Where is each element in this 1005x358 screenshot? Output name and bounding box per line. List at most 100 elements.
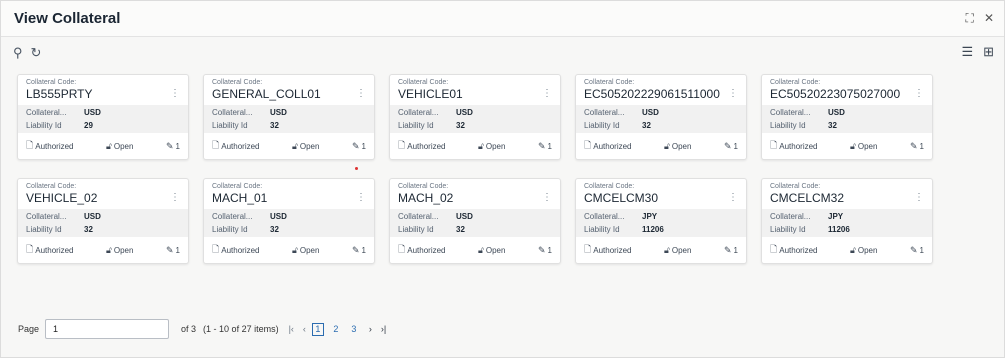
unlock-icon: 🔓︎ [664, 140, 670, 151]
edit-icon: ✎ [165, 140, 174, 151]
collateral-card[interactable]: Collateral Code: MACH_01 ⋮ Collateral...… [203, 178, 375, 264]
kebab-menu-icon[interactable]: ⋮ [542, 88, 552, 99]
collateral-card[interactable]: Collateral Code: CMCELCM30 ⋮ Collateral.… [575, 178, 747, 264]
card-details: Collateral... USD Liability Id 32 [204, 105, 374, 133]
card-header: Collateral Code: CMCELCM32 ⋮ [762, 179, 932, 209]
liability-id-label: Liability Id [26, 120, 62, 130]
kebab-menu-icon[interactable]: ⋮ [728, 88, 738, 99]
page-link-2[interactable]: 2 [330, 324, 342, 334]
page-number-input[interactable] [45, 319, 170, 339]
card-details: Collateral... USD Liability Id 32 [576, 105, 746, 133]
card-header: Collateral Code: VEHICLE_02 ⋮ [18, 179, 188, 209]
refresh-icon[interactable]: ↻ [31, 45, 42, 61]
open-label: Open [671, 245, 692, 255]
open-status: 🔓︎ Open [106, 245, 133, 256]
card-header: Collateral Code: GENERAL_COLL01 ⋮ [204, 75, 374, 105]
page-link-3[interactable]: 3 [348, 324, 360, 334]
expand-icon[interactable]: ⛶ [966, 11, 974, 25]
edit-icon: ✎ [165, 244, 174, 255]
collateral-card[interactable]: Collateral Code: GENERAL_COLL01 ⋮ Collat… [203, 74, 375, 160]
kebab-menu-icon[interactable]: ⋮ [914, 88, 924, 99]
open-status: 🔓︎ Open [850, 245, 877, 256]
edit-icon: ✎ [537, 244, 546, 255]
open-status: 🔓︎ Open [850, 141, 877, 152]
list-view-icon[interactable]: ☰ [961, 44, 973, 60]
collateral-currency-value: USD [84, 108, 101, 117]
edit-count[interactable]: ✎ 1 [352, 245, 366, 256]
last-page-icon[interactable]: ›| [381, 324, 386, 334]
authorized-status: 🗋 Authorized [770, 242, 818, 258]
card-details: Collateral... USD Liability Id 32 [390, 105, 560, 133]
collateral-card[interactable]: Collateral Code: EC50520223075027000 ⋮ C… [761, 74, 933, 160]
collateral-code-value: VEHICLE01 [398, 87, 463, 101]
collateral-code-value: LB555PRTY [26, 87, 93, 101]
collateral-code-label: Collateral Code: [770, 183, 821, 190]
unlock-icon: 🔓︎ [478, 244, 484, 255]
kebab-menu-icon[interactable]: ⋮ [728, 192, 738, 203]
edit-count[interactable]: ✎ 1 [910, 245, 924, 256]
edit-count[interactable]: ✎ 1 [166, 141, 180, 152]
first-page-icon[interactable]: |‹ [289, 324, 294, 334]
view-collateral-window: View Collateral ⛶ ✕ ⚲ ↻ ☰ ⊞ Collateral C… [0, 0, 1005, 358]
authorized-icon: 🗋 [770, 140, 778, 150]
page-label: Page [18, 324, 40, 334]
edit-count[interactable]: ✎ 1 [538, 245, 552, 256]
authorized-icon: 🗋 [212, 140, 220, 150]
edit-count[interactable]: ✎ 1 [166, 245, 180, 256]
collateral-code-label: Collateral Code: [398, 79, 449, 86]
authorized-icon: 🗋 [398, 244, 406, 254]
search-icon[interactable]: ⚲ [13, 45, 23, 61]
card-header: Collateral Code: VEHICLE01 ⋮ [390, 75, 560, 105]
edit-count[interactable]: ✎ 1 [724, 141, 738, 152]
prev-page-icon[interactable]: ‹ [303, 324, 306, 334]
collateral-code-value: GENERAL_COLL01 [212, 87, 321, 101]
close-icon[interactable]: ✕ [984, 11, 994, 25]
edit-icon: ✎ [723, 140, 732, 151]
edit-icon: ✎ [723, 244, 732, 255]
collateral-card[interactable]: Collateral Code: VEHICLE_02 ⋮ Collateral… [17, 178, 189, 264]
collateral-card[interactable]: Collateral Code: VEHICLE01 ⋮ Collateral.… [389, 74, 561, 160]
collateral-currency-value: JPY [828, 212, 844, 221]
card-header: Collateral Code: LB555PRTY ⋮ [18, 75, 188, 105]
card-header: Collateral Code: MACH_02 ⋮ [390, 179, 560, 209]
open-status: 🔓︎ Open [478, 245, 505, 256]
collateral-code-value: VEHICLE_02 [26, 191, 98, 205]
kebab-menu-icon[interactable]: ⋮ [914, 192, 924, 203]
kebab-menu-icon[interactable]: ⋮ [356, 88, 366, 99]
page-link-1[interactable]: 1 [311, 322, 324, 336]
authorized-label: Authorized [779, 245, 818, 255]
edit-count[interactable]: ✎ 1 [724, 245, 738, 256]
edit-count[interactable]: ✎ 1 [910, 141, 924, 152]
card-details: Collateral... USD Liability Id 32 [204, 209, 374, 237]
edit-count[interactable]: ✎ 1 [538, 141, 552, 152]
liability-id-label: Liability Id [212, 224, 248, 234]
collateral-code-label: Collateral Code: [212, 79, 263, 86]
grid-view-icon[interactable]: ⊞ [983, 44, 994, 60]
collateral-card[interactable]: Collateral Code: EC505202229061511000 ⋮ … [575, 74, 747, 160]
liability-id-value: 32 [456, 224, 465, 234]
edit-count[interactable]: ✎ 1 [352, 141, 366, 152]
collateral-card[interactable]: Collateral Code: CMCELCM32 ⋮ Collateral.… [761, 178, 933, 264]
card-footer: 🗋 Authorized 🔓︎ Open ✎ 1 [390, 237, 560, 263]
open-label: Open [299, 245, 320, 255]
kebab-menu-icon[interactable]: ⋮ [542, 192, 552, 203]
liability-id-value: 32 [642, 120, 651, 130]
collateral-code-label: Collateral Code: [584, 79, 635, 86]
kebab-menu-icon[interactable]: ⋮ [170, 192, 180, 203]
liability-id-value: 11206 [828, 224, 850, 234]
kebab-menu-icon[interactable]: ⋮ [356, 192, 366, 203]
open-label: Open [485, 141, 506, 151]
kebab-menu-icon[interactable]: ⋮ [170, 88, 180, 99]
collateral-card[interactable]: Collateral Code: LB555PRTY ⋮ Collateral.… [17, 74, 189, 160]
card-footer: 🗋 Authorized 🔓︎ Open ✎ 1 [576, 237, 746, 263]
card-details: Collateral... USD Liability Id 32 [18, 209, 188, 237]
collateral-card[interactable]: Collateral Code: MACH_02 ⋮ Collateral...… [389, 178, 561, 264]
collateral-currency-label: Collateral... [26, 108, 67, 117]
liability-id-label: Liability Id [770, 224, 806, 234]
page-title: View Collateral [14, 10, 121, 27]
authorized-label: Authorized [221, 141, 260, 151]
open-label: Open [485, 245, 506, 255]
collateral-currency-value: JPY [642, 212, 658, 221]
collateral-currency-value: USD [456, 108, 473, 117]
next-page-icon[interactable]: › [369, 324, 372, 334]
